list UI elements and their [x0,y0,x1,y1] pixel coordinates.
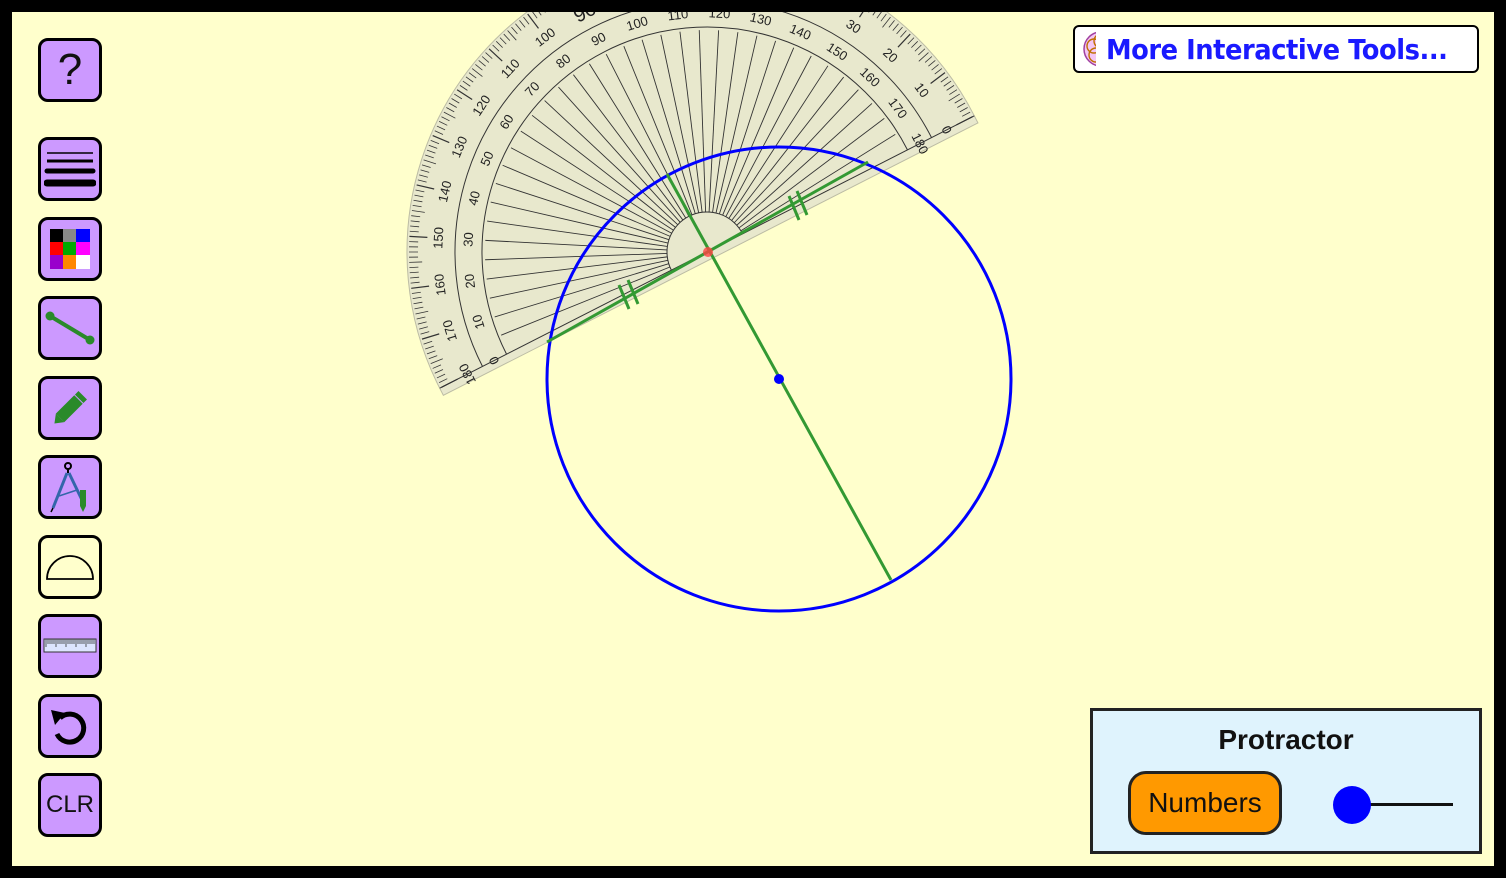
protractor-center-point [703,247,713,257]
segment-icon [45,311,95,345]
undo-button[interactable] [38,694,102,758]
more-interactive-tools-button[interactable]: More Interactive Tools... [1073,25,1479,73]
lines-icon [44,152,96,187]
ruler-icon [43,638,97,653]
protractor-plate [406,12,979,396]
compass-button[interactable] [38,455,102,519]
palette-icon [50,229,90,269]
inner-scale-label: 120 [708,12,730,21]
protractor[interactable]: 0102030405060708090100110120130140150160… [304,12,980,398]
flower-logo-icon [1083,32,1096,66]
size-slider-thumb[interactable] [1333,786,1371,824]
line-segment-button[interactable] [38,296,102,360]
pencil-icon [54,391,87,424]
inner-scale-label: 30 [460,232,476,247]
pencil-button[interactable] [38,376,102,440]
color-palette-button[interactable] [38,217,102,281]
semicircle-icon [46,555,94,580]
clear-label: CLR [45,791,94,818]
protractor-body: 0102030405060708090100110120130140150160… [406,12,979,396]
protractor-panel: Protractor Numbers [1090,708,1482,854]
more-tools-label: More Interactive Tools... [1105,32,1448,66]
outer-scale-label: 150 [430,227,446,249]
inner-scale-label: 20 [461,273,478,289]
workspace[interactable]: 0102030405060708090100110120130140150160… [12,12,1494,866]
outer-scale-label: 160 [431,273,449,296]
question-icon: ? [57,45,83,94]
undo-icon [51,710,87,745]
protractor-button[interactable] [38,535,102,599]
help-button[interactable]: ? [38,38,102,102]
compass-icon [50,462,86,513]
center-point [774,374,784,384]
ruler-button[interactable] [38,614,102,678]
clear-button[interactable]: CLR [38,773,102,837]
panel-title: Protractor [1218,724,1354,755]
numbers-button[interactable]: Numbers [1128,771,1282,835]
line-thickness-button[interactable] [38,137,102,201]
